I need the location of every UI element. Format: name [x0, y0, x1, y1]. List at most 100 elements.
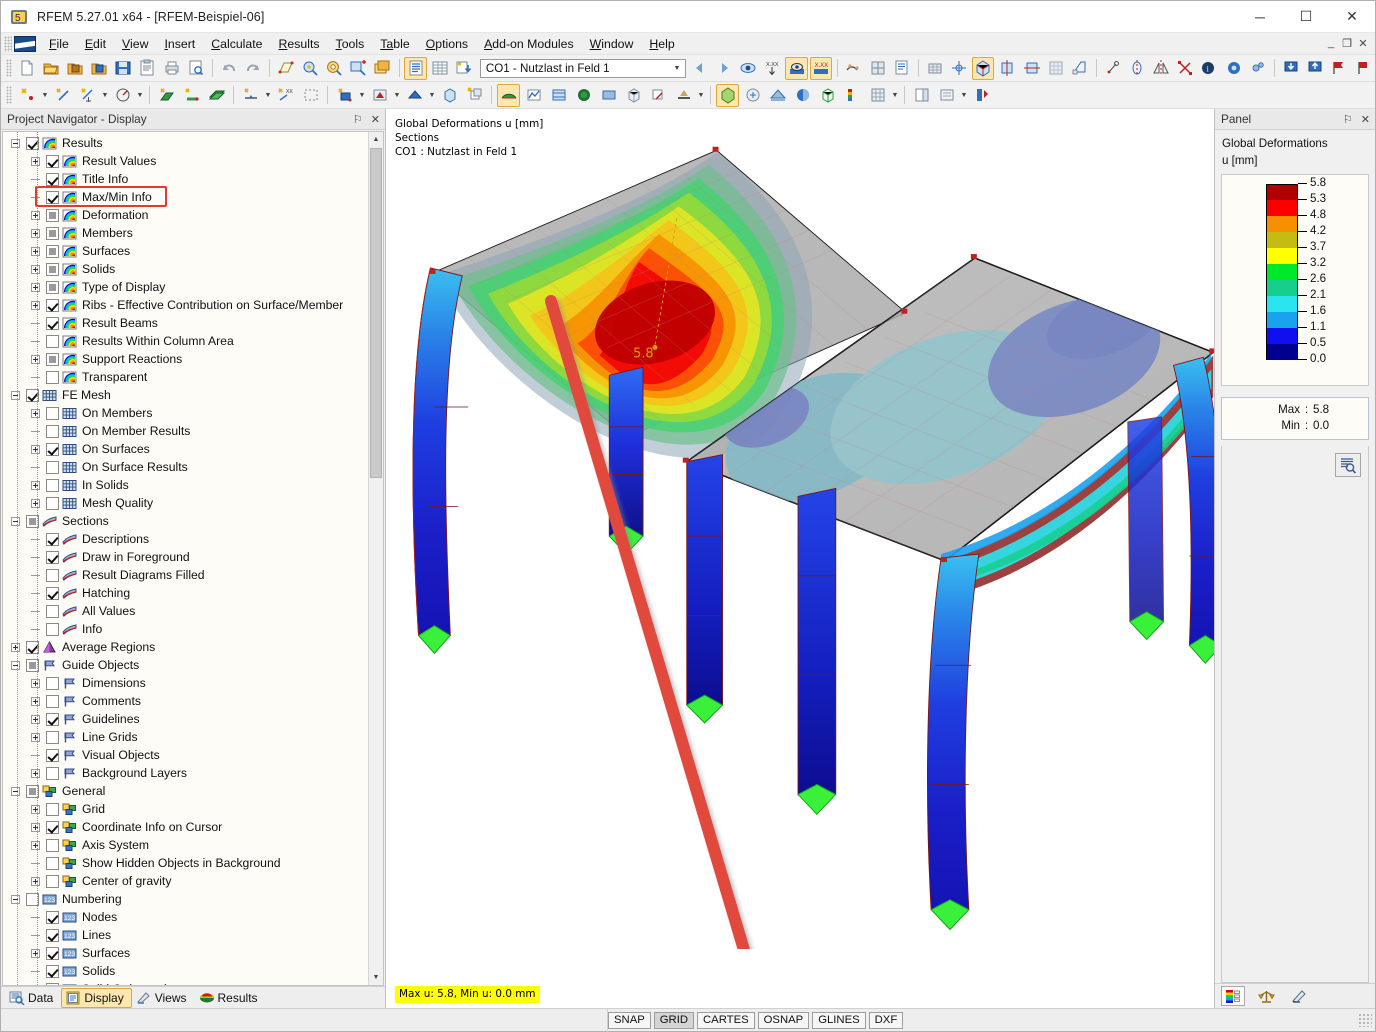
tree-row[interactable]: Surfaces — [3, 242, 368, 260]
expand-icon[interactable] — [29, 242, 42, 260]
expand-icon[interactable] — [29, 494, 42, 512]
tree-row[interactable]: Result Beams — [3, 314, 368, 332]
tree-row[interactable]: Background Layers — [3, 764, 368, 782]
tree-row[interactable]: 123 Solid Orthotropics — [3, 980, 368, 985]
settings-object-button[interactable] — [1222, 57, 1244, 80]
navigator-tab-data[interactable]: Data — [5, 988, 61, 1008]
view-perspective-button[interactable] — [1069, 57, 1091, 80]
expander-box[interactable] — [31, 480, 40, 490]
tree-checkbox[interactable] — [46, 370, 59, 384]
result-values-button[interactable]: X.XX — [761, 57, 783, 80]
collapse-icon[interactable] — [9, 512, 22, 530]
expand-icon[interactable] — [9, 638, 22, 656]
tree-row[interactable]: Result Values — [3, 152, 368, 170]
zoom-circle-button[interactable] — [323, 57, 345, 80]
expand-icon[interactable] — [29, 764, 42, 782]
expander-box[interactable] — [11, 786, 20, 796]
collapse-icon[interactable] — [9, 134, 22, 152]
menu-help[interactable]: Help — [641, 35, 682, 53]
tree-checkbox[interactable] — [46, 604, 59, 618]
tree-row[interactable]: Average Regions — [3, 638, 368, 656]
new-support-button[interactable] — [239, 84, 262, 107]
result-isolines-button[interactable] — [547, 84, 570, 107]
resize-grip[interactable] — [1358, 1013, 1372, 1027]
export-button[interactable] — [1304, 57, 1326, 80]
copy-object-button[interactable] — [463, 84, 486, 107]
open-project-button[interactable] — [64, 57, 86, 80]
mirror-button[interactable] — [1150, 57, 1172, 80]
tree-checkbox[interactable] — [46, 496, 59, 510]
new-node-dropdown[interactable]: ▼ — [40, 84, 50, 107]
expander-box[interactable] — [11, 660, 20, 670]
select-surface-button[interactable] — [275, 57, 297, 80]
tree-row[interactable]: Coordinate Info on Cursor — [3, 818, 368, 836]
scroll-down-button[interactable]: ▼ — [369, 970, 383, 985]
insert-flag-alt-button[interactable] — [1352, 57, 1374, 80]
tree-row[interactable]: Center of gravity — [3, 872, 368, 890]
expander-box[interactable] — [31, 246, 40, 256]
new-hinge-button[interactable]: XX — [274, 84, 297, 107]
info-object-button[interactable]: i — [1198, 57, 1220, 80]
result-members-button[interactable] — [672, 84, 695, 107]
mesh-points-button[interactable] — [948, 57, 970, 80]
new-dimension-button[interactable] — [76, 84, 99, 107]
expander-box[interactable] — [31, 282, 40, 292]
tree-checkbox[interactable] — [46, 820, 59, 834]
menu-results[interactable]: Results — [271, 35, 328, 53]
expander-box[interactable] — [31, 354, 40, 364]
tree-checkbox[interactable] — [46, 694, 59, 708]
color-legend[interactable]: 5.8 5.3 4.8 4.2 3.7 3.2 2.6 2.1 1.6 1.1 0.5 0.0 — [1221, 174, 1369, 386]
tree-row[interactable]: Show Hidden Objects in Background — [3, 854, 368, 872]
tree-checkbox[interactable] — [46, 172, 59, 186]
tree-row[interactable]: Result Diagrams Filled — [3, 566, 368, 584]
tree-checkbox[interactable] — [46, 244, 59, 258]
tree-row[interactable]: Transparent — [3, 368, 368, 386]
navigator-tab-views[interactable]: Views — [132, 988, 195, 1008]
menu-edit[interactable]: Edit — [77, 35, 114, 53]
expander-box[interactable] — [11, 894, 20, 904]
tree-row[interactable]: Members — [3, 224, 368, 242]
tree-checkbox[interactable] — [46, 712, 59, 726]
new-surface-load-button[interactable] — [333, 84, 356, 107]
mdi-restore-button[interactable]: ❐ — [1339, 37, 1355, 50]
tree-checkbox[interactable] — [46, 226, 59, 240]
expander-box[interactable] — [11, 390, 20, 400]
new-member-button[interactable] — [180, 84, 203, 107]
next-load-case-button[interactable] — [713, 57, 735, 80]
maximize-button[interactable]: ☐ — [1283, 1, 1329, 33]
tree-row[interactable]: General — [3, 782, 368, 800]
panel-pin-icon[interactable]: ⚐ — [1343, 113, 1353, 126]
expand-icon[interactable] — [29, 296, 42, 314]
panel-tab-scale-balance[interactable] — [1254, 986, 1278, 1006]
isometric-view-button[interactable] — [716, 83, 739, 107]
status-toggle-osnap[interactable]: OSNAP — [757, 1011, 810, 1029]
new-support-dropdown[interactable]: ▼ — [263, 84, 273, 107]
new-file-button[interactable] — [16, 57, 38, 80]
selection-window-button[interactable] — [299, 84, 322, 107]
view-xz-button[interactable] — [1020, 57, 1042, 80]
print-report-button[interactable] — [891, 57, 913, 80]
show-table-button[interactable] — [404, 56, 427, 80]
expander-box[interactable] — [31, 444, 40, 454]
tree-row[interactable]: 123 Nodes — [3, 908, 368, 926]
view-shading-button[interactable] — [791, 84, 814, 107]
tree-row[interactable]: Descriptions — [3, 530, 368, 548]
expand-icon[interactable] — [29, 206, 42, 224]
view-yz-button[interactable] — [1045, 57, 1067, 80]
collapse-icon[interactable] — [9, 890, 22, 908]
tree-checkbox[interactable] — [46, 208, 59, 222]
expander-box[interactable] — [31, 768, 40, 778]
tree-checkbox[interactable] — [46, 568, 59, 582]
status-toggle-dxf[interactable]: DXF — [868, 1011, 904, 1029]
expander-box[interactable] — [31, 948, 40, 958]
menu-tools[interactable]: Tools — [328, 35, 373, 53]
navigator-tab-display[interactable]: Display — [61, 987, 132, 1008]
navigator-pin-icon[interactable]: ⚐ — [353, 113, 363, 126]
expand-icon[interactable] — [29, 944, 42, 962]
structure-3d-model[interactable]: 5.8 — [386, 109, 1214, 1008]
print-button[interactable] — [161, 57, 183, 80]
new-free-load-button[interactable] — [368, 84, 391, 107]
show-results-button[interactable] — [785, 56, 808, 80]
tree-row[interactable]: Hatching — [3, 584, 368, 602]
tree-checkbox[interactable] — [46, 586, 59, 600]
